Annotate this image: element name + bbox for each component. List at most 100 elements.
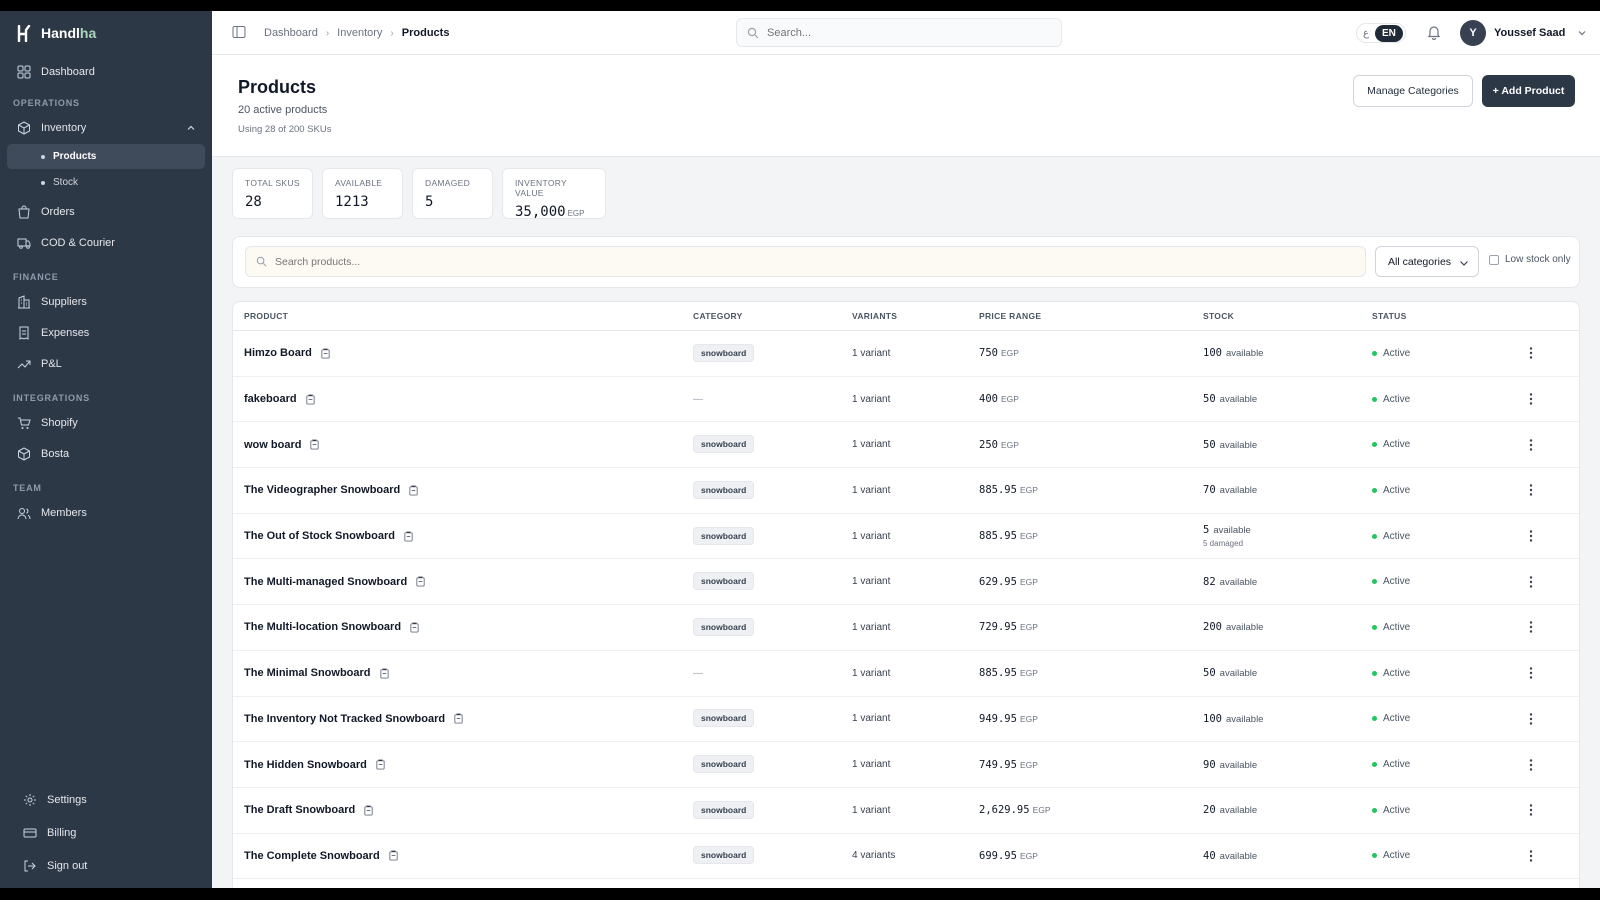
header-stock[interactable]: STOCK (1203, 311, 1234, 321)
sidebar-item-billing[interactable]: Billing (0, 816, 212, 849)
table-row[interactable]: The Inventory Not Tracked Snowboard snowb… (233, 697, 1579, 743)
manage-categories-button[interactable]: Manage Categories (1353, 75, 1473, 107)
product-name[interactable]: The Multi-location Snowboard (244, 621, 401, 633)
clipboard-icon[interactable] (305, 393, 316, 405)
sidebar-item-pnl[interactable]: P&L (0, 348, 212, 379)
table-row[interactable]: The Hidden Snowboard snowboard 1 variant 74… (233, 742, 1579, 788)
sidebar-item-members[interactable]: Members (0, 497, 212, 528)
category-cell: snowboard (693, 800, 755, 819)
table-row[interactable]: The Complete Snowboard snowboard 4 variant… (233, 834, 1579, 880)
table-row[interactable]: wow board snowboard 1 variant 250 EGP 50 avail… (233, 422, 1579, 469)
header-price-range[interactable]: PRICE RANGE (979, 311, 1041, 321)
table-row[interactable]: The Draft Snowboard snowboard 1 variant 2,6… (233, 788, 1579, 834)
credit-card-icon (23, 828, 37, 837)
sidebar-item-orders[interactable]: Orders (0, 196, 212, 227)
global-search-input[interactable] (767, 26, 1047, 39)
product-name[interactable]: The Videographer Snowboard (244, 484, 400, 496)
bag-icon (18, 205, 30, 218)
product-name[interactable]: The Inventory Not Tracked Snowboard (244, 713, 445, 725)
table-row[interactable]: The Multi-managed Snowboard snowboard 1 va… (233, 559, 1579, 606)
table-row[interactable]: The Videographer Snowboard snowboard 1 var… (233, 468, 1579, 514)
product-name[interactable]: The Hidden Snowboard (244, 759, 367, 771)
price-value: 699.95 (979, 849, 1017, 862)
more-actions-icon[interactable] (1525, 529, 1537, 543)
price-cell: 699.95 EGP (979, 850, 1038, 862)
more-actions-icon[interactable] (1525, 666, 1537, 680)
clipboard-icon[interactable] (379, 668, 390, 679)
product-name[interactable]: Himzo Board (244, 347, 312, 359)
product-search-input[interactable] (275, 255, 1335, 268)
sidebar-nav: Dashboard OPERATIONS Inventory Products … (0, 55, 212, 528)
clipboard-icon[interactable] (375, 759, 386, 770)
more-actions-icon[interactable] (1525, 712, 1537, 726)
clipboard-icon[interactable] (409, 622, 420, 633)
table-row[interactable]: The Minimal Snowboard — 1 variant 885.95 EGP… (233, 651, 1579, 697)
sidebar-item-cod-courier[interactable]: COD & Courier (0, 227, 212, 258)
brand[interactable]: Handlha (0, 11, 212, 55)
product-name[interactable]: wow board (244, 439, 301, 451)
clipboard-icon[interactable] (403, 531, 414, 542)
clipboard-icon[interactable] (453, 713, 464, 724)
sidebar-item-bosta[interactable]: Bosta (0, 438, 212, 469)
table-row[interactable]: fakeboard — 1 variant 400 EGP 50 available Acti… (233, 377, 1579, 423)
sidebar-subitem-products[interactable]: Products (7, 144, 205, 169)
language-switcher[interactable]: ع EN (1356, 23, 1406, 43)
clipboard-icon[interactable] (309, 439, 320, 450)
sidebar-item-settings[interactable]: Settings (0, 783, 212, 816)
clipboard-icon[interactable] (320, 348, 331, 359)
more-actions-icon[interactable] (1525, 758, 1537, 772)
sidebar-item-signout[interactable]: Sign out (0, 849, 212, 882)
more-actions-icon[interactable] (1525, 575, 1537, 589)
stats-row: TOTAL SKUS 28 AVAILABLE 1213 DAMAGED 5 I… (232, 168, 606, 220)
clipboard-icon[interactable] (415, 576, 426, 587)
more-actions-icon[interactable] (1525, 483, 1537, 497)
lang-option-ar[interactable]: ع (1363, 28, 1371, 39)
product-name[interactable]: The Complete Snowboard (244, 850, 380, 862)
breadcrumb-inventory[interactable]: Inventory (337, 27, 382, 39)
sidebar-item-inventory[interactable]: Inventory (0, 112, 212, 143)
sidebar-subitem-stock[interactable]: Stock (7, 170, 205, 195)
product-name[interactable]: The Multi-managed Snowboard (244, 576, 407, 588)
low-stock-toggle[interactable]: Low stock only (1489, 254, 1571, 265)
lang-option-en[interactable]: EN (1374, 24, 1403, 42)
product-search[interactable] (245, 246, 1366, 277)
table-row[interactable]: The Multi-location Snowboard snowboard 1 v… (233, 605, 1579, 651)
user-menu[interactable]: Y Youssef Saad (1460, 20, 1587, 46)
product-name[interactable]: fakeboard (244, 393, 297, 405)
clipboard-icon[interactable] (388, 850, 399, 861)
add-product-button[interactable]: + Add Product (1482, 75, 1575, 107)
header-category[interactable]: CATEGORY (693, 311, 743, 321)
more-actions-icon[interactable] (1525, 392, 1537, 406)
sidebar-item-dashboard[interactable]: Dashboard (0, 55, 212, 88)
category-cell: snowboard (693, 709, 755, 728)
header-variants[interactable]: VARIANTS (852, 311, 897, 321)
product-name[interactable]: The Minimal Snowboard (244, 667, 371, 679)
table-row[interactable]: The Out of Stock Snowboard snowboard 1 var… (233, 514, 1579, 560)
global-search[interactable] (736, 18, 1062, 47)
more-actions-icon[interactable] (1525, 438, 1537, 452)
sidebar-item-shopify[interactable]: Shopify (0, 407, 212, 438)
clipboard-icon[interactable] (408, 485, 419, 496)
more-actions-icon[interactable] (1525, 620, 1537, 634)
sidebar-item-expenses[interactable]: Expenses (0, 317, 212, 348)
sidebar-item-suppliers[interactable]: Suppliers (0, 286, 212, 317)
header-status[interactable]: STATUS (1372, 311, 1407, 321)
price-cell: 729.95 EGP (979, 621, 1038, 633)
product-name[interactable]: The Draft Snowboard (244, 804, 355, 816)
category-cell: snowboard (693, 343, 755, 362)
more-actions-icon[interactable] (1525, 346, 1537, 360)
table-header: PRODUCT CATEGORY VARIANTS PRICE RANGE ST… (233, 302, 1579, 331)
clipboard-icon[interactable] (363, 805, 374, 816)
header-product[interactable]: PRODUCT (244, 311, 288, 321)
category-cell: snowboard (693, 617, 755, 636)
more-actions-icon[interactable] (1525, 803, 1537, 817)
sidebar-toggle-icon[interactable] (232, 25, 246, 39)
product-name[interactable]: The Out of Stock Snowboard (244, 530, 395, 542)
logout-icon (24, 860, 36, 871)
category-select[interactable]: All categories (1375, 246, 1479, 277)
low-stock-checkbox[interactable] (1489, 254, 1499, 265)
table-row[interactable]: Himzo Board snowboard 1 variant 750 EGP 100 av… (233, 331, 1579, 377)
bell-icon[interactable] (1426, 24, 1442, 40)
more-actions-icon[interactable] (1525, 849, 1537, 863)
breadcrumb-dashboard[interactable]: Dashboard (264, 27, 318, 39)
